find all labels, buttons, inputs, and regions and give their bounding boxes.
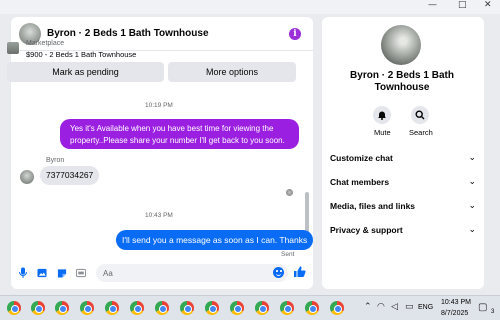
accordion-label: Media, files and links bbox=[330, 201, 416, 211]
sticker-icon[interactable] bbox=[57, 267, 67, 279]
microphone-icon[interactable] bbox=[18, 267, 28, 279]
taskbar-chrome-icon[interactable] bbox=[180, 301, 194, 315]
accordion-label: Customize chat bbox=[330, 153, 393, 163]
conversation-avatar[interactable] bbox=[381, 25, 421, 65]
taskbar-chrome-icon[interactable] bbox=[31, 301, 45, 315]
message-timestamp: 10:43 PM bbox=[145, 212, 173, 219]
chevron-up-icon[interactable]: ⌃ bbox=[364, 302, 372, 312]
info-icon[interactable]: i bbox=[289, 28, 301, 40]
chevron-down-icon: ⌄ bbox=[468, 225, 476, 235]
taskbar-chrome-icon[interactable] bbox=[305, 301, 319, 315]
notification-count: 3 bbox=[491, 309, 495, 315]
taskbar-chrome-icon[interactable] bbox=[155, 301, 169, 315]
chevron-down-icon: ⌄ bbox=[468, 153, 476, 163]
taskbar-chrome-icon[interactable] bbox=[330, 301, 344, 315]
browser-top-strip bbox=[0, 0, 500, 14]
more-options-button[interactable]: More options bbox=[168, 62, 296, 82]
message-input[interactable] bbox=[96, 264, 288, 282]
conversation-title: Byron · 2 Beds 1 Bath Townhouse bbox=[350, 70, 454, 93]
language-indicator[interactable]: ENG bbox=[418, 304, 433, 311]
volume-icon[interactable]: ◁ bbox=[391, 302, 398, 312]
outgoing-message[interactable]: I'll send you a message as soon as I can… bbox=[116, 230, 314, 250]
message-timestamp: 10:19 PM bbox=[145, 102, 173, 109]
accordion-label: Privacy & support bbox=[330, 225, 403, 235]
minimize-button[interactable]: — bbox=[428, 0, 437, 10]
sent-status: Sent bbox=[281, 251, 295, 258]
taskbar-chrome-icon[interactable] bbox=[55, 301, 69, 315]
clock-time[interactable]: 10:43 PM bbox=[441, 299, 471, 306]
clock-date[interactable]: 8/7/2025 bbox=[441, 310, 468, 317]
gif-icon[interactable] bbox=[76, 267, 86, 279]
wifi-icon[interactable]: ◠ bbox=[377, 302, 385, 312]
like-icon[interactable] bbox=[293, 265, 306, 278]
accordion-label: Chat members bbox=[330, 177, 390, 187]
image-icon[interactable] bbox=[37, 267, 47, 279]
mark-as-pending-button[interactable]: Mark as pending bbox=[7, 62, 164, 82]
accordion-media-files-links[interactable]: Media, files and links ⌄ bbox=[330, 199, 476, 213]
search-icon[interactable] bbox=[411, 106, 429, 124]
mute-label[interactable]: Mute bbox=[374, 128, 391, 137]
marketplace-label: Marketplace bbox=[26, 40, 65, 47]
sender-name: Byron bbox=[46, 157, 65, 164]
accordion-customize-chat[interactable]: Customize chat ⌄ bbox=[330, 151, 476, 165]
taskbar-chrome-icon[interactable] bbox=[280, 301, 294, 315]
search-label[interactable]: Search bbox=[409, 128, 433, 137]
emoji-icon[interactable] bbox=[273, 267, 284, 278]
notification-icon[interactable]: ▢ bbox=[478, 302, 487, 313]
outgoing-message[interactable]: Yes it's Available when you have best ti… bbox=[60, 119, 299, 149]
taskbar-chrome-icon[interactable] bbox=[80, 301, 94, 315]
taskbar-chrome-icon[interactable] bbox=[255, 301, 269, 315]
bell-icon[interactable] bbox=[373, 106, 391, 124]
seen-avatar-icon bbox=[286, 189, 293, 196]
maximize-button[interactable]: □ bbox=[458, 0, 467, 10]
taskbar-chrome-icon[interactable] bbox=[7, 301, 21, 315]
chat-title[interactable]: Byron · 2 Beds 1 Bath Townhouse bbox=[47, 28, 209, 39]
taskbar-chrome-icon[interactable] bbox=[130, 301, 144, 315]
accordion-privacy-support[interactable]: Privacy & support ⌄ bbox=[330, 223, 476, 237]
accordion-chat-members[interactable]: Chat members ⌄ bbox=[330, 175, 476, 189]
listing-title[interactable]: $900 - 2 Beds 1 Bath Townhouse bbox=[26, 50, 136, 59]
chevron-down-icon: ⌄ bbox=[468, 201, 476, 211]
taskbar-chrome-icon[interactable] bbox=[105, 301, 119, 315]
close-window-button[interactable]: ✕ bbox=[484, 0, 492, 10]
incoming-message[interactable]: 7377034267 bbox=[40, 166, 100, 185]
chevron-down-icon: ⌄ bbox=[468, 177, 476, 187]
listing-thumbnail[interactable] bbox=[7, 42, 19, 54]
sender-avatar[interactable] bbox=[20, 170, 34, 184]
taskbar-chrome-icon[interactable] bbox=[230, 301, 244, 315]
taskbar-chrome-icon[interactable] bbox=[205, 301, 219, 315]
battery-icon[interactable]: ▭ bbox=[405, 302, 414, 312]
